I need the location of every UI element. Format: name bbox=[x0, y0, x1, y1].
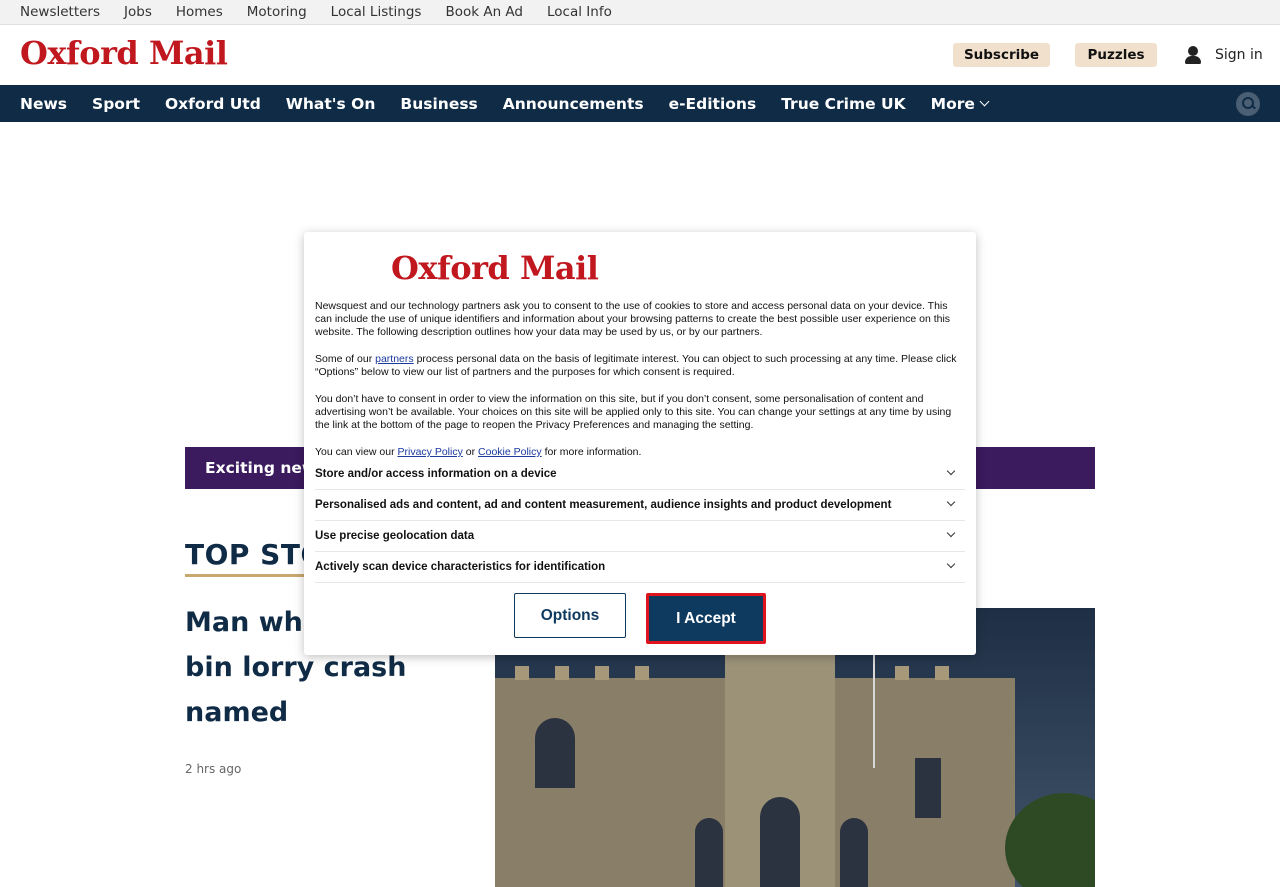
partners-link[interactable]: partners bbox=[375, 353, 414, 365]
consent-paragraph-partners: Some of our partners process personal da… bbox=[315, 353, 965, 379]
consent-dialog: Oxford Mail Newsquest and our technology… bbox=[304, 232, 976, 655]
nav-item-business[interactable]: Business bbox=[400, 95, 477, 113]
utility-link-motoring[interactable]: Motoring bbox=[247, 4, 307, 20]
search-icon[interactable] bbox=[1236, 92, 1260, 116]
purpose-label: Personalised ads and content, ad and con… bbox=[315, 499, 892, 511]
utility-nav: Newsletters Jobs Homes Motoring Local Li… bbox=[0, 0, 1280, 25]
chevron-down-icon bbox=[946, 497, 956, 507]
chevron-down-icon bbox=[946, 559, 956, 569]
purpose-row[interactable]: Use precise geolocation data bbox=[315, 521, 965, 552]
sign-in-label: Sign in bbox=[1215, 47, 1263, 63]
purpose-row[interactable]: Personalised ads and content, ad and con… bbox=[315, 490, 965, 521]
nav-item-more[interactable]: More bbox=[930, 94, 990, 113]
dialog-logo: Oxford Mail bbox=[391, 249, 599, 287]
purpose-row[interactable]: Store and/or access information on a dev… bbox=[315, 459, 965, 490]
utility-link-local-listings[interactable]: Local Listings bbox=[331, 4, 422, 20]
nav-item-oxford-utd[interactable]: Oxford Utd bbox=[165, 95, 261, 113]
consent-text: or bbox=[462, 446, 479, 458]
utility-link-book-an-ad[interactable]: Book An Ad bbox=[445, 4, 523, 20]
nav-more-label: More bbox=[930, 94, 975, 113]
nav-item-sport[interactable]: Sport bbox=[92, 95, 140, 113]
nav-item-true-crime-uk[interactable]: True Crime UK bbox=[781, 95, 905, 113]
subscribe-button[interactable]: Subscribe bbox=[953, 43, 1050, 67]
options-button[interactable]: Options bbox=[514, 593, 626, 638]
story-timestamp: 2 hrs ago bbox=[185, 762, 242, 776]
consent-paragraph: Newsquest and our technology partners as… bbox=[315, 300, 951, 338]
accept-button[interactable]: I Accept bbox=[646, 593, 766, 644]
nav-item-whats-on[interactable]: What's On bbox=[286, 95, 376, 113]
site-header: Oxford Mail Subscribe Puzzles Sign in bbox=[0, 25, 1280, 85]
puzzles-button[interactable]: Puzzles bbox=[1075, 43, 1157, 67]
purpose-label: Actively scan device characteristics for… bbox=[315, 561, 606, 573]
nav-item-e-editions[interactable]: e-Editions bbox=[669, 95, 757, 113]
purpose-row[interactable]: Actively scan device characteristics for… bbox=[315, 552, 965, 583]
consent-paragraph: You don’t have to consent in order to vi… bbox=[315, 393, 952, 431]
user-icon bbox=[1183, 45, 1203, 65]
utility-link-local-info[interactable]: Local Info bbox=[547, 4, 612, 20]
sign-in-link[interactable]: Sign in bbox=[1183, 43, 1263, 67]
nav-item-announcements[interactable]: Announcements bbox=[503, 95, 644, 113]
chevron-down-icon bbox=[946, 466, 956, 476]
purpose-label: Use precise geolocation data bbox=[315, 530, 475, 542]
chevron-down-icon bbox=[979, 96, 990, 107]
consent-text: You can view our bbox=[315, 446, 398, 458]
consent-paragraph-policies: You can view our Privacy Policy or Cooki… bbox=[315, 446, 965, 459]
site-logo[interactable]: Oxford Mail bbox=[20, 34, 228, 72]
consent-text: for more information. bbox=[541, 446, 642, 458]
nav-item-news[interactable]: News bbox=[20, 95, 67, 113]
headline-line: named bbox=[185, 697, 289, 728]
chevron-down-icon bbox=[946, 528, 956, 538]
utility-link-homes[interactable]: Homes bbox=[176, 4, 223, 20]
consent-text: Some of our bbox=[315, 353, 376, 365]
cookie-policy-link[interactable]: Cookie Policy bbox=[478, 446, 542, 458]
main-nav: News Sport Oxford Utd What's On Business… bbox=[0, 85, 1280, 122]
purpose-label: Store and/or access information on a dev… bbox=[315, 468, 557, 480]
privacy-policy-link[interactable]: Privacy Policy bbox=[398, 446, 463, 458]
utility-link-newsletters[interactable]: Newsletters bbox=[20, 4, 100, 20]
utility-link-jobs[interactable]: Jobs bbox=[124, 4, 152, 20]
promo-banner-text: Exciting new bbox=[205, 459, 317, 477]
